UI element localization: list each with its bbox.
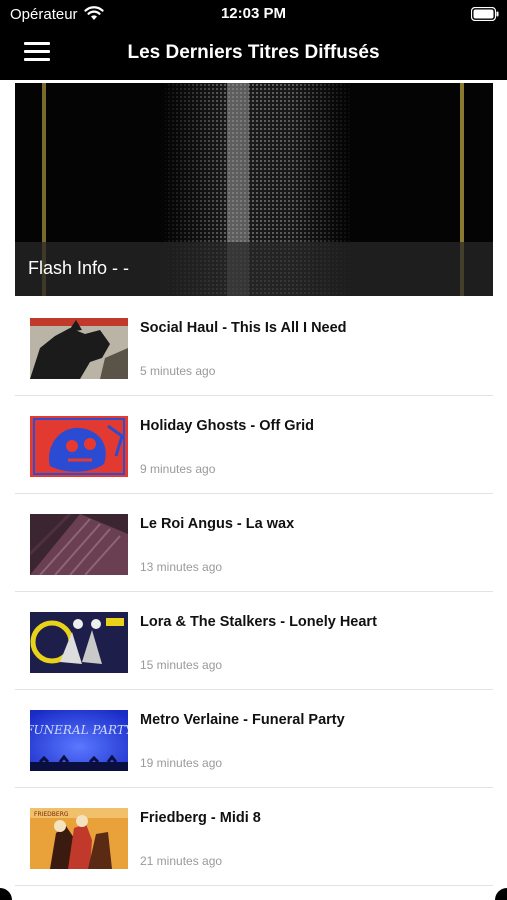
track-timestamp: 9 minutes ago	[140, 462, 216, 476]
screen-corner-right	[495, 888, 507, 900]
svg-text:FUNERAL PARTY: FUNERAL PARTY	[30, 723, 128, 737]
list-item[interactable]: Social Haul - This Is All I Need 5 minut…	[15, 298, 493, 396]
album-art	[30, 318, 128, 379]
screen-corner-left	[0, 888, 12, 900]
track-title: Holiday Ghosts - Off Grid	[140, 418, 315, 434]
track-timestamp: 19 minutes ago	[140, 756, 223, 770]
album-art	[30, 514, 128, 575]
status-bar: Opérateur 12:03 PM	[0, 0, 507, 30]
content-area: Flash Info - - Social Haul - This Is All…	[0, 80, 507, 900]
hero-caption: Flash Info - -	[28, 258, 130, 278]
track-timestamp: 13 minutes ago	[140, 560, 223, 574]
album-art: FUNERAL PARTY	[30, 710, 128, 771]
track-title: Le Roi Angus - La wax	[140, 516, 295, 532]
svg-text:FRIEDBERG: FRIEDBERG	[34, 811, 69, 818]
track-timestamp: 5 minutes ago	[140, 364, 216, 378]
list-item[interactable]: FRIEDBERG Friedberg - Midi 8 21 minutes …	[15, 788, 493, 886]
track-title: Metro Verlaine - Funeral Party	[140, 712, 345, 728]
track-title: Lora & The Stalkers - Lonely Heart	[140, 614, 377, 630]
track-timestamp: 15 minutes ago	[140, 658, 223, 672]
list-item[interactable]: FUNERAL PARTY Metro Verlaine - Funeral P…	[15, 690, 493, 788]
album-art	[30, 416, 128, 477]
hero-banner[interactable]: Flash Info - -	[15, 83, 493, 296]
clock: 12:03 PM	[220, 5, 287, 22]
album-art: FRIEDBERG	[30, 808, 128, 869]
list-item[interactable]: Lora & The Stalkers - Lonely Heart 15 mi…	[15, 592, 493, 690]
list-item[interactable]: Le Roi Angus - La wax 13 minutes ago	[15, 494, 493, 592]
navigation-bar: Les Derniers Titres Diffusés	[0, 30, 507, 78]
list-item[interactable]: Holiday Ghosts - Off Grid 9 minutes ago	[15, 396, 493, 494]
battery-icon	[471, 7, 499, 21]
album-art	[30, 612, 128, 673]
track-list: Social Haul - This Is All I Need 5 minut…	[15, 298, 493, 886]
track-timestamp: 21 minutes ago	[140, 854, 223, 868]
page-title: Les Derniers Titres Diffusés	[127, 42, 380, 63]
track-title: Friedberg - Midi 8	[140, 810, 261, 826]
track-title: Social Haul - This Is All I Need	[140, 320, 347, 336]
